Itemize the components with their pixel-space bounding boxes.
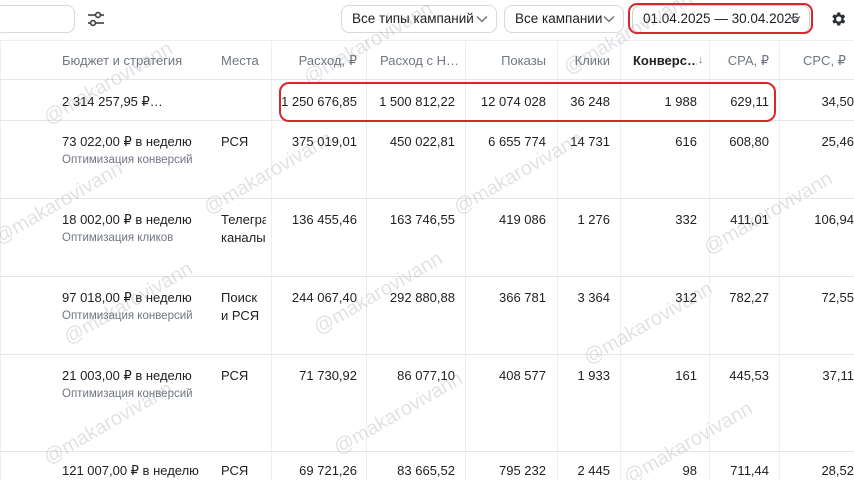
row-spend: 136 455,46	[291, 212, 357, 227]
column-header-clicks[interactable]: Клики	[562, 53, 610, 68]
row-impressions: 408 577	[499, 368, 546, 383]
row-spend: 244 067,40	[291, 290, 357, 305]
total-spend: 1 250 676,85	[281, 94, 357, 109]
row-budget: 73 022,00 ₽ в неделю	[62, 134, 192, 149]
table-header: Бюджет и стратегия Места Расход, ₽ Расхо…	[0, 40, 854, 80]
table-row[interactable]: 21 003,00 ₽ в неделю Оптимизация конверс…	[0, 355, 854, 452]
row-cpa: 411,01	[730, 212, 769, 227]
filter-button[interactable]	[82, 5, 110, 33]
total-conversions: 1 988	[664, 94, 697, 109]
row-impressions: 419 086	[499, 212, 546, 227]
chevron-down-icon	[789, 15, 801, 23]
row-impressions: 366 781	[499, 290, 546, 305]
row-place: РСЯ	[221, 463, 249, 478]
row-place-line2: и РСЯ	[221, 308, 260, 323]
row-cpc: 25,46	[821, 134, 854, 149]
row-conversions: 98	[682, 463, 697, 478]
row-place-line2: каналы	[221, 230, 266, 245]
total-spend-vat: 1 500 812,22	[379, 94, 455, 109]
total-impressions: 12 074 028	[480, 94, 546, 109]
row-spend-vat: 292 880,88	[389, 290, 455, 305]
row-impressions: 6 655 774	[488, 134, 546, 149]
row-spend: 69 721,26	[299, 463, 357, 478]
row-budget: 97 018,00 ₽ в неделю	[62, 290, 192, 305]
column-header-budget[interactable]: Бюджет и стратегия	[62, 53, 212, 68]
row-spend-vat: 450 022,81	[389, 134, 455, 149]
campaign-stats-table: Бюджет и стратегия Места Расход, ₽ Расхо…	[0, 40, 854, 480]
row-cpa: 445,53	[729, 368, 769, 383]
row-cpa: 782,27	[729, 290, 769, 305]
campaigns-label: Все кампании	[515, 11, 603, 26]
row-clicks: 3 364	[577, 290, 610, 305]
row-strategy: Оптимизация кликов	[62, 232, 174, 244]
row-clicks: 1 933	[577, 368, 610, 383]
row-strategy: Оптимизация конверсий	[62, 310, 193, 322]
row-strategy: Оптимизация конверсий	[62, 388, 193, 400]
campaign-types-label: Все типы кампаний	[352, 11, 474, 26]
gear-icon	[832, 12, 846, 26]
row-spend: 71 730,92	[299, 368, 357, 383]
total-budget: 2 314 257,95 ₽…	[62, 94, 163, 109]
row-place: РСЯ	[221, 134, 249, 149]
row-place: РСЯ	[221, 368, 249, 383]
row-conversions: 616	[675, 134, 697, 149]
row-clicks: 2 445	[577, 463, 610, 478]
row-place: Поиск	[221, 290, 258, 305]
row-clicks: 1 276	[577, 212, 610, 227]
column-header-spend-vat[interactable]: Расход с Н…	[380, 53, 460, 68]
campaign-types-dropdown[interactable]: Все типы кампаний	[341, 5, 497, 33]
total-cpa: 629,11	[730, 94, 769, 109]
totals-row: 2 314 257,95 ₽… 1 250 676,85 1 500 812,2…	[0, 80, 854, 121]
column-header-places[interactable]: Места	[221, 53, 266, 68]
sliders-icon	[88, 11, 104, 27]
row-budget: 18 002,00 ₽ в неделю	[62, 212, 192, 227]
row-spend: 375 019,01	[291, 134, 357, 149]
column-header-conversions[interactable]: Конверс…	[633, 53, 697, 68]
date-range-label: 01.04.2025 — 30.04.2025	[643, 11, 800, 26]
search-input[interactable]	[0, 5, 75, 33]
toolbar: Все типы кампаний Все кампании 01.04.202…	[0, 0, 854, 40]
row-cpa: 608,80	[729, 134, 769, 149]
column-header-cpc[interactable]: CPC, ₽	[803, 53, 854, 69]
row-place: Телегра	[221, 212, 266, 227]
row-cpc: 37,11	[822, 368, 854, 383]
table-row[interactable]: 121 007,00 ₽ в неделю РСЯ 69 721,26 83 6…	[0, 452, 854, 480]
row-spend-vat: 83 665,52	[397, 463, 455, 478]
row-budget: 121 007,00 ₽ в неделю	[62, 463, 199, 478]
row-conversions: 312	[675, 290, 697, 305]
column-header-impressions[interactable]: Показы	[470, 53, 546, 68]
settings-button[interactable]	[825, 6, 851, 32]
row-cpc: 106,94	[814, 212, 854, 227]
row-cpa: 711,44	[730, 463, 769, 478]
row-budget: 21 003,00 ₽ в неделю	[62, 368, 192, 383]
table-row[interactable]: 18 002,00 ₽ в неделю Оптимизация кликов …	[0, 199, 854, 277]
table-row[interactable]: 73 022,00 ₽ в неделю Оптимизация конверс…	[0, 121, 854, 199]
date-range-picker[interactable]: 01.04.2025 — 30.04.2025	[632, 5, 810, 33]
row-cpc: 28,52	[821, 463, 854, 478]
row-strategy: Оптимизация конверсий	[62, 154, 193, 166]
column-header-cpa[interactable]: CPA, ₽	[714, 53, 769, 69]
chevron-down-icon	[476, 15, 488, 23]
row-impressions: 795 232	[499, 463, 546, 478]
row-spend-vat: 86 077,10	[397, 368, 455, 383]
chevron-down-icon	[603, 15, 615, 23]
sort-arrow-icon[interactable]: ↓	[698, 54, 708, 66]
row-conversions: 161	[675, 368, 697, 383]
row-clicks: 14 731	[570, 134, 610, 149]
total-cpc: 34,50	[821, 94, 854, 109]
row-spend-vat: 163 746,55	[389, 212, 455, 227]
total-clicks: 36 248	[570, 94, 610, 109]
table-row[interactable]: 97 018,00 ₽ в неделю Оптимизация конверс…	[0, 277, 854, 355]
row-conversions: 332	[675, 212, 697, 227]
campaigns-dropdown[interactable]: Все кампании	[504, 5, 624, 33]
column-header-spend[interactable]: Расход, ₽	[276, 53, 357, 69]
row-cpc: 72,55	[821, 290, 854, 305]
